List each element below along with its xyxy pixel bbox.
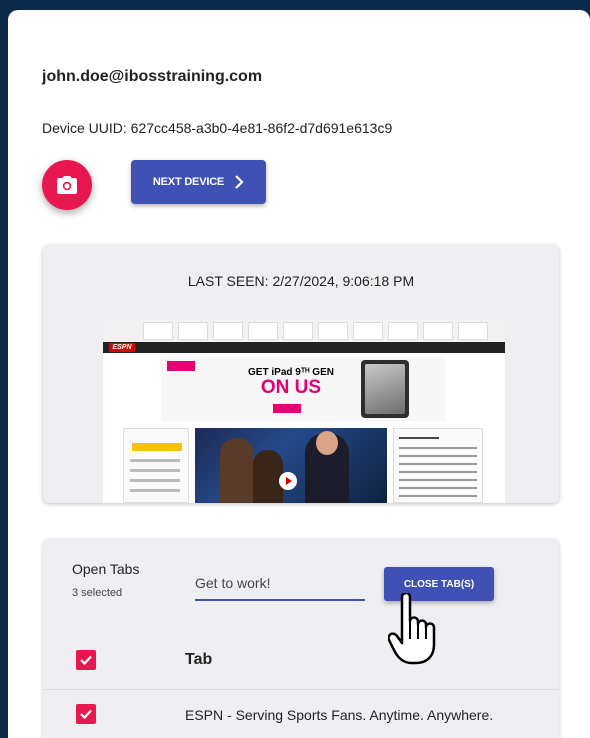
row-checkbox[interactable] [76, 704, 96, 724]
tabs-table-header: Tab [43, 636, 559, 686]
open-tabs-title: Open Tabs [72, 561, 140, 577]
user-email: john.doe@ibosstraining.com [42, 68, 263, 85]
ad-cta [273, 404, 301, 413]
open-tabs-panel: Open Tabs 3 selected CLOSE TAB(S) Tab ES… [43, 539, 559, 738]
device-card: john.doe@ibosstraining.com Device UUID: … [8, 10, 590, 738]
screenshot-panel: LAST SEEN: 2/27/2024, 9:06:18 PM ESPN GE… [43, 245, 559, 503]
espn-navbar: ESPN [103, 342, 505, 353]
ipad-image [361, 360, 409, 418]
check-icon [80, 709, 92, 720]
next-device-label: NEXT DEVICE [152, 176, 225, 188]
ad-subline: ON US [260, 377, 322, 398]
check-icon [80, 655, 92, 666]
camera-icon [57, 176, 77, 194]
tab-column-header: Tab [185, 651, 213, 668]
espn-hero-image [195, 428, 387, 503]
last-seen-label: LAST SEEN: 2/27/2024, 9:06:18 PM [187, 273, 415, 289]
espn-logo: ESPN [109, 343, 135, 352]
device-screenshot-image: ESPN GET iPad 9ᵀᴴ GEN ON US [103, 320, 505, 503]
screenshot-button[interactable] [42, 160, 92, 210]
ipad-ad: GET iPad 9ᵀᴴ GEN ON US [161, 357, 446, 421]
selected-count: 3 selected [72, 587, 123, 599]
tab-title: ESPN - Serving Sports Fans. Anytime. Any… [185, 707, 494, 723]
message-input[interactable] [195, 571, 365, 601]
scoreboard-strip [103, 320, 505, 342]
espn-headlines [393, 428, 483, 503]
next-device-button[interactable]: NEXT DEVICE [131, 160, 266, 204]
carrier-logo [167, 361, 195, 371]
chevron-right-icon [235, 175, 244, 189]
select-all-checkbox[interactable] [76, 650, 96, 670]
device-uuid: Device UUID: 627cc458-a3b0-4e81-86f2-d7d… [42, 120, 393, 136]
table-row[interactable]: ESPN - Serving Sports Fans. Anytime. Any… [43, 689, 559, 738]
play-icon [279, 472, 297, 490]
espn-side-menu [123, 428, 189, 503]
